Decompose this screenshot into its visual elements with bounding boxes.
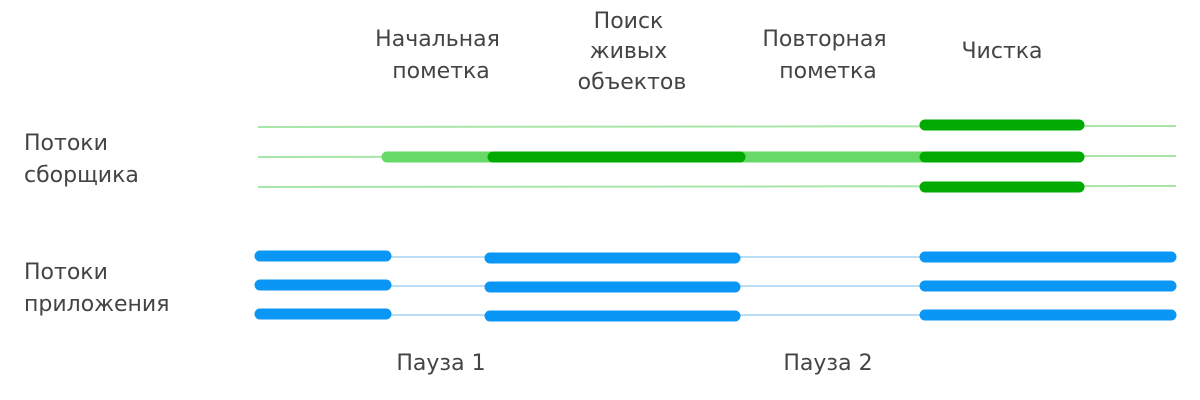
phase-label-line: живых [590,39,667,64]
row-label-line: сборщика [24,163,139,188]
phase-label-line: объектов [578,70,687,95]
row-label-line: приложения [24,292,169,317]
application-threads [254,250,1177,322]
phase-label-remark: Повторная пометка [762,27,893,84]
phase-label-initial-mark: Начальная пометка [375,27,507,84]
row-label-line: Потоки [24,131,108,156]
pause-label-1: Пауза 1 [396,351,485,376]
phase-label-concurrent-mark: Поиск живых объектов [578,9,687,95]
collector-threads [257,119,1177,193]
phase-label-cleanup: Чистка [961,39,1042,64]
row-label-line: Потоки [24,260,108,285]
phase-label-line: Начальная [375,27,500,52]
phase-label-line: Поиск [594,9,664,34]
phase-label-line: пометка [392,59,490,84]
phase-label-line: Повторная [762,27,886,52]
gc-timeline-diagram: Начальная пометка Поиск живых объектов П… [24,9,1177,376]
phase-label-line: пометка [779,59,877,84]
pause-label-2: Пауза 2 [783,351,872,376]
row-label-application-threads: Потоки приложения [24,260,169,317]
phase-label-line: Чистка [961,39,1042,64]
row-label-collector-threads: Потоки сборщика [24,131,139,188]
